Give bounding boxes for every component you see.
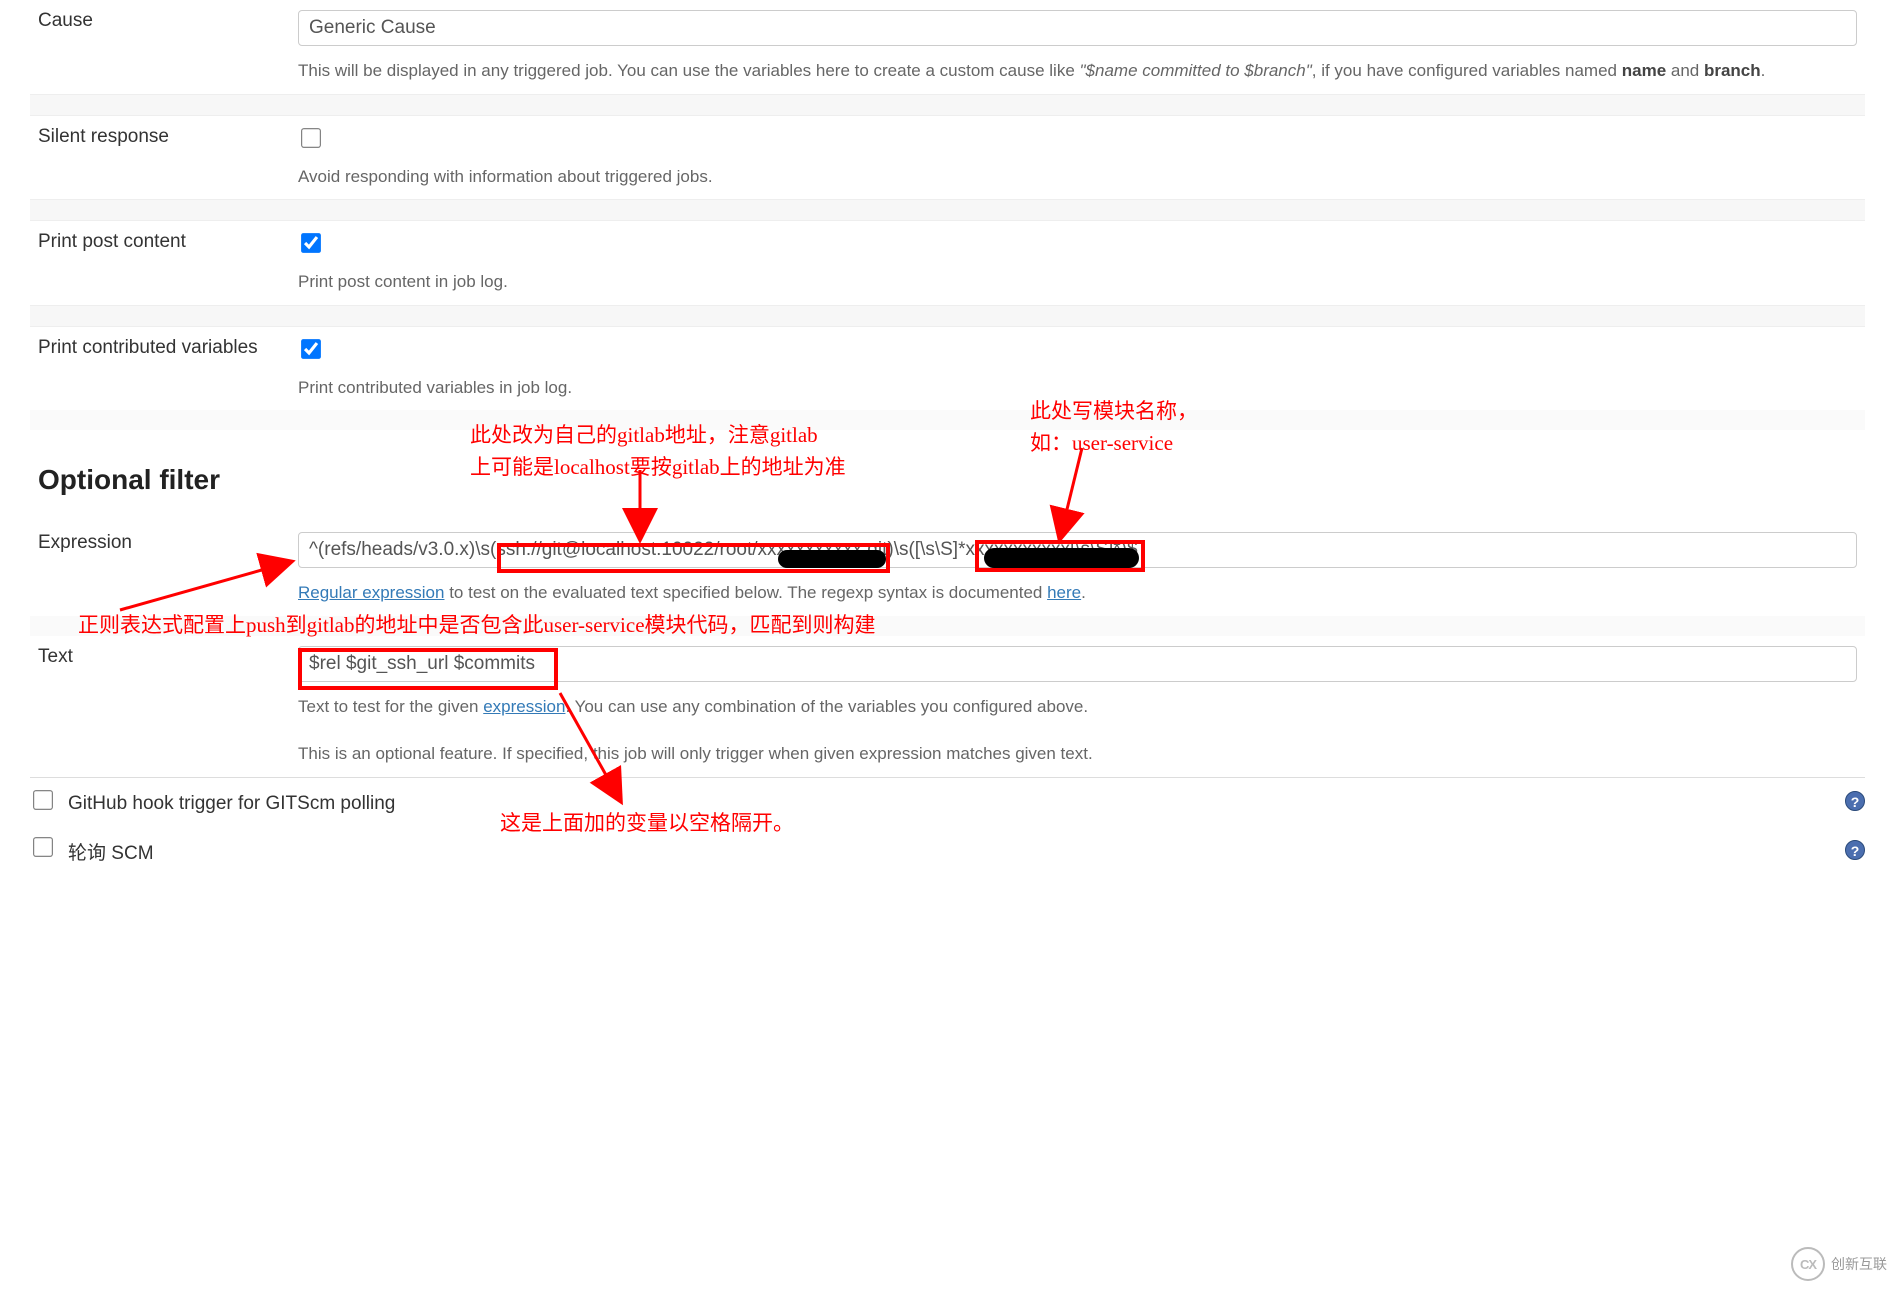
silent-help: Avoid responding with information about … bbox=[298, 164, 1857, 190]
cause-help: This will be displayed in any triggered … bbox=[298, 58, 1857, 84]
silent-checkbox[interactable] bbox=[301, 128, 321, 148]
silent-label: Silent response bbox=[30, 116, 290, 200]
text-help2: This is an optional feature. If specifie… bbox=[298, 741, 1857, 767]
poll-scm-checkbox[interactable] bbox=[33, 837, 53, 857]
github-hook-label: GitHub hook trigger for GITScm polling bbox=[68, 793, 395, 814]
text-input[interactable] bbox=[298, 646, 1857, 682]
poll-scm-label: 轮询 SCM bbox=[68, 843, 154, 864]
text-help: Text to test for the given expression. Y… bbox=[298, 694, 1857, 720]
text-label: Text bbox=[30, 636, 290, 777]
print-post-help: Print post content in job log. bbox=[298, 269, 1857, 295]
expression-input[interactable] bbox=[298, 532, 1857, 568]
optional-filter-heading: Optional filter bbox=[38, 464, 1857, 496]
help-icon[interactable]: ? bbox=[1845, 791, 1865, 811]
cause-input[interactable] bbox=[298, 10, 1857, 46]
cause-label: Cause bbox=[30, 0, 290, 94]
print-vars-checkbox[interactable] bbox=[301, 339, 321, 359]
print-post-label: Print post content bbox=[30, 221, 290, 305]
help-icon[interactable]: ? bbox=[1845, 840, 1865, 860]
print-vars-label: Print contributed variables bbox=[30, 327, 290, 411]
expression-link[interactable]: expression bbox=[483, 697, 565, 716]
regex-here-link[interactable]: here bbox=[1047, 583, 1081, 602]
github-hook-checkbox[interactable] bbox=[33, 790, 53, 810]
print-vars-help: Print contributed variables in job log. bbox=[298, 375, 1857, 401]
expression-help: Regular expression to test on the evalua… bbox=[298, 580, 1857, 606]
regex-link[interactable]: Regular expression bbox=[298, 583, 444, 602]
config-form: Cause This will be displayed in any trig… bbox=[30, 0, 1865, 777]
print-post-checkbox[interactable] bbox=[301, 233, 321, 253]
watermark-logo: CX 创新互联 bbox=[1791, 1247, 1887, 1281]
expression-label: Expression bbox=[30, 522, 290, 616]
